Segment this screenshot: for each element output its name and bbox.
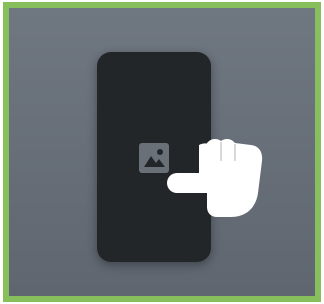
tutorial-illustration — [3, 2, 321, 302]
tap-hand-icon — [167, 138, 263, 217]
